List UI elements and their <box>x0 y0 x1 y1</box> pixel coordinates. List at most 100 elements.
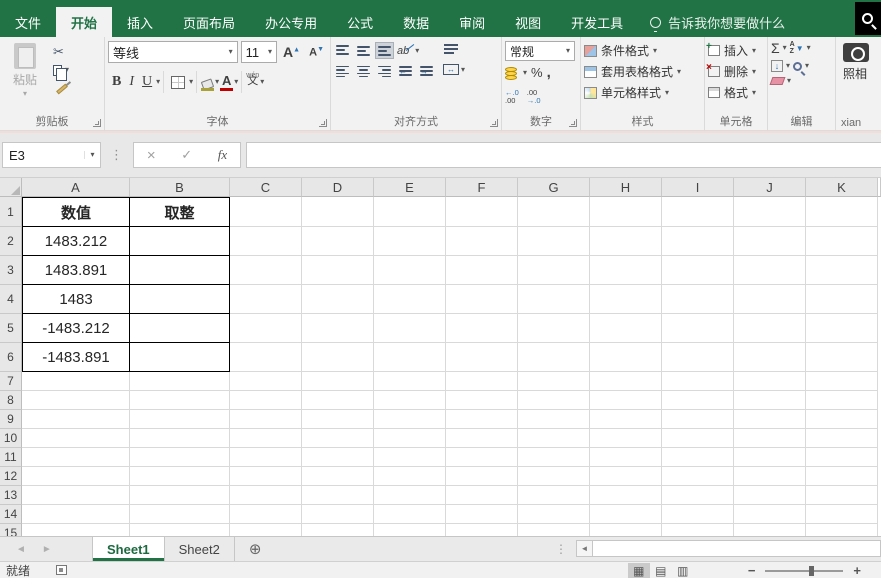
cell-K13[interactable] <box>806 486 878 505</box>
cell-D2[interactable] <box>302 227 374 256</box>
font-size-combo[interactable]: 11 ▾ <box>240 41 278 63</box>
cell-I2[interactable] <box>662 227 734 256</box>
cell-A2[interactable]: 1483.212 <box>22 227 130 256</box>
cell-G5[interactable] <box>518 314 590 343</box>
delete-cells-button[interactable]: 删除▾ <box>706 62 764 80</box>
cell-F8[interactable] <box>446 391 518 410</box>
name-box-dropdown-icon[interactable]: ▾ <box>84 151 100 159</box>
autosum-dropdown-icon[interactable]: ▾ <box>783 44 787 52</box>
cell-B6[interactable] <box>130 343 230 372</box>
cell-C4[interactable] <box>230 285 302 314</box>
page-break-view-button[interactable]: ▥ <box>672 563 694 578</box>
cell-K4[interactable] <box>806 285 878 314</box>
row-header-8[interactable]: 8 <box>0 391 22 410</box>
macro-record-icon[interactable] <box>56 565 68 575</box>
cell-F2[interactable] <box>446 227 518 256</box>
cell-K12[interactable] <box>806 467 878 486</box>
cell-I8[interactable] <box>662 391 734 410</box>
row-header-4[interactable]: 4 <box>0 285 22 314</box>
cut-button[interactable]: ✂ <box>53 44 69 58</box>
cell-A1[interactable]: 数值 <box>22 197 130 227</box>
cell-B11[interactable] <box>130 448 230 467</box>
cell-F10[interactable] <box>446 429 518 448</box>
cell-G4[interactable] <box>518 285 590 314</box>
cell-I6[interactable] <box>662 343 734 372</box>
format-cells-button[interactable]: 格式 ▾ <box>708 84 764 101</box>
cell-B13[interactable] <box>130 486 230 505</box>
cell-K8[interactable] <box>806 391 878 410</box>
cell-G10[interactable] <box>518 429 590 448</box>
cell-D3[interactable] <box>302 256 374 285</box>
cell-D14[interactable] <box>302 505 374 524</box>
cell-C8[interactable] <box>230 391 302 410</box>
cell-I3[interactable] <box>662 256 734 285</box>
cell-J7[interactable] <box>734 372 806 391</box>
cell-E13[interactable] <box>374 486 446 505</box>
cell-E6[interactable] <box>374 343 446 372</box>
row-header-15[interactable]: 15 <box>0 524 22 536</box>
enter-icon[interactable]: ✓ <box>181 147 192 163</box>
borders-dropdown-icon[interactable]: ▾ <box>189 78 193 86</box>
cell-K7[interactable] <box>806 372 878 391</box>
cell-B5[interactable] <box>130 314 230 343</box>
formula-bar-grip[interactable]: ⋮ <box>110 147 124 163</box>
increase-decimal-button[interactable]: ←.0.00 <box>505 89 519 104</box>
align-top-button[interactable] <box>334 43 351 58</box>
cell-J13[interactable] <box>734 486 806 505</box>
cell-J1[interactable] <box>734 197 806 227</box>
row-header-5[interactable]: 5 <box>0 314 22 343</box>
cell-I13[interactable] <box>662 486 734 505</box>
cell-C1[interactable] <box>230 197 302 227</box>
cell-I1[interactable] <box>662 197 734 227</box>
cell-H4[interactable] <box>590 285 662 314</box>
cell-D9[interactable] <box>302 410 374 429</box>
cell-E2[interactable] <box>374 227 446 256</box>
conditional-format-button[interactable]: 条件格式 ▾ <box>584 42 701 59</box>
align-left-button[interactable] <box>334 64 351 79</box>
col-header-C[interactable]: C <box>230 178 302 197</box>
cell-D1[interactable] <box>302 197 374 227</box>
cell-D11[interactable] <box>302 448 374 467</box>
number-dialog-launcher[interactable] <box>569 119 577 127</box>
menu-tab-9[interactable]: 开发工具 <box>556 7 638 37</box>
format-painter-button[interactable] <box>53 82 69 96</box>
cell-J14[interactable] <box>734 505 806 524</box>
cell-C3[interactable] <box>230 256 302 285</box>
cell-D15[interactable] <box>302 524 374 536</box>
cell-F15[interactable] <box>446 524 518 536</box>
cell-H7[interactable] <box>590 372 662 391</box>
insert-cells-button[interactable]: 插入▾ <box>706 41 764 59</box>
clear-dropdown-icon[interactable]: ▾ <box>787 77 791 85</box>
cell-C15[interactable] <box>230 524 302 536</box>
cell-K14[interactable] <box>806 505 878 524</box>
camera-button[interactable]: 照相 <box>839 43 878 82</box>
phonetic-button[interactable]: wén 文 <box>245 72 260 91</box>
cell-B10[interactable] <box>130 429 230 448</box>
fill-color-button[interactable] <box>200 74 215 91</box>
cell-A6[interactable]: -1483.891 <box>22 343 130 372</box>
cell-J2[interactable] <box>734 227 806 256</box>
cell-D4[interactable] <box>302 285 374 314</box>
cell-B3[interactable] <box>130 256 230 285</box>
col-header-I[interactable]: I <box>662 178 734 197</box>
cell-K10[interactable] <box>806 429 878 448</box>
cell-G1[interactable] <box>518 197 590 227</box>
cell-C13[interactable] <box>230 486 302 505</box>
scroll-left-icon[interactable]: ◄ <box>576 540 593 557</box>
cell-E11[interactable] <box>374 448 446 467</box>
cell-F9[interactable] <box>446 410 518 429</box>
cell-H13[interactable] <box>590 486 662 505</box>
cell-J10[interactable] <box>734 429 806 448</box>
decrease-font-button[interactable]: A▼ <box>306 46 327 59</box>
cell-A15[interactable] <box>22 524 130 536</box>
cell-A14[interactable] <box>22 505 130 524</box>
formula-input[interactable] <box>246 142 881 168</box>
cell-K15[interactable] <box>806 524 878 536</box>
paste-dropdown-icon[interactable]: ▾ <box>23 90 27 98</box>
cell-A12[interactable] <box>22 467 130 486</box>
cell-J4[interactable] <box>734 285 806 314</box>
row-header-10[interactable]: 10 <box>0 429 22 448</box>
format-as-table-button[interactable]: 套用表格格式 ▾ <box>584 63 701 80</box>
cell-G9[interactable] <box>518 410 590 429</box>
col-header-A[interactable]: A <box>22 178 130 197</box>
